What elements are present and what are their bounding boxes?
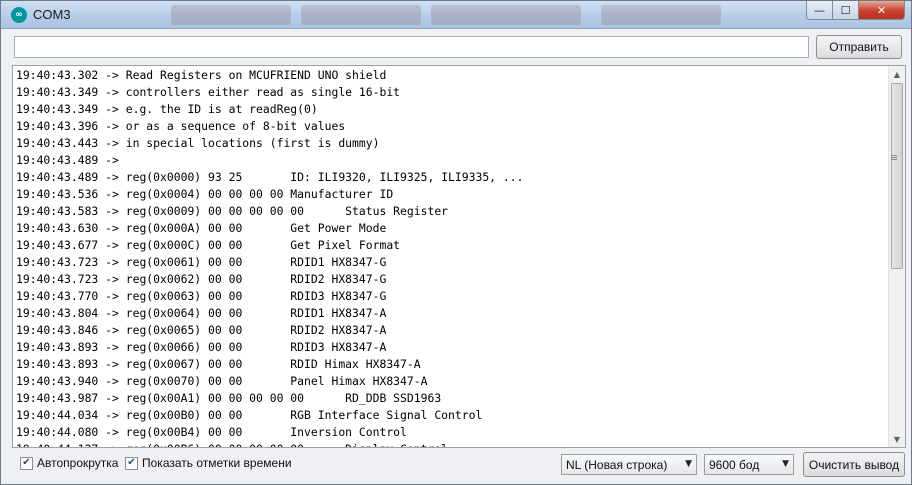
timestamp-checkbox[interactable]: ✔ [125,456,138,470]
line-ending-select[interactable]: NL (Новая строка) ▼ [561,454,697,475]
chevron-down-icon: ▼ [782,459,789,469]
log-line: 19:40:43.893 -> reg(0x0066) 00 00 RDID3 … [16,340,387,354]
window-controls: — ☐ ✕ [806,1,905,21]
log-line: 19:40:43.489 -> reg(0x0000) 93 25 ID: IL… [16,170,524,184]
log-line: 19:40:44.127 -> reg(0x00B6) 00 00 00 00 … [16,441,887,447]
send-button[interactable]: Отправить [816,35,902,59]
log-line: 19:40:43.302 -> Read Registers on MCUFRI… [16,68,387,82]
log-line: 19:40:43.893 -> reg(0x0067) 00 00 RDID H… [16,357,421,371]
scroll-down-icon[interactable]: ▼ [889,431,905,447]
log-line: 19:40:43.846 -> reg(0x0065) 00 00 RDID2 … [16,323,387,337]
maximize-button[interactable]: ☐ [833,1,859,20]
serial-monitor-window: ∞ COM3 — ☐ ✕ Отправить 19:40:43.302 -> R… [0,0,912,485]
log-line: 19:40:43.489 -> [16,153,126,167]
log-line: 19:40:43.723 -> reg(0x0061) 00 00 RDID1 … [16,255,387,269]
baud-rate-value: 9600 бод [709,457,760,472]
log-line: 19:40:43.583 -> reg(0x0009) 00 00 00 00 … [16,204,449,218]
log-line: 19:40:43.723 -> reg(0x0062) 00 00 RDID2 … [16,272,387,286]
line-ending-value: NL (Новая строка) [566,457,668,472]
send-input[interactable] [14,36,809,58]
autoscroll-label: Автопрокрутка [37,456,119,470]
vertical-scrollbar[interactable]: ▲ ▼ [888,66,905,447]
chevron-down-icon: ▼ [685,459,692,469]
scroll-grip-icon [891,154,897,161]
background-taskbar-ghost [431,5,581,25]
log-line: 19:40:43.804 -> reg(0x0064) 00 00 RDID1 … [16,306,387,320]
log-line: 19:40:43.987 -> reg(0x00A1) 00 00 00 00 … [16,391,442,405]
scroll-up-icon[interactable]: ▲ [889,66,905,82]
timestamp-option[interactable]: ✔ Показать отметки времени [125,456,292,470]
log-line: 19:40:43.349 -> e.g. the ID is at readRe… [16,102,318,116]
log-line: 19:40:43.677 -> reg(0x000C) 00 00 Get Pi… [16,238,401,252]
autoscroll-option[interactable]: ✔ Автопрокрутка [20,456,118,470]
minimize-button[interactable]: — [806,1,833,20]
log-line: 19:40:43.770 -> reg(0x0063) 00 00 RDID3 … [16,289,387,303]
log-line: 19:40:43.396 -> or as a sequence of 8-bi… [16,119,346,133]
log-lines: 19:40:43.302 -> Read Registers on MCUFRI… [16,67,887,447]
log-line: 19:40:43.630 -> reg(0x000A) 00 00 Get Po… [16,221,387,235]
log-line: 19:40:43.940 -> reg(0x0070) 00 00 Panel … [16,374,428,388]
title-bar[interactable]: ∞ COM3 — ☐ ✕ [1,1,911,29]
log-line: 19:40:43.536 -> reg(0x0004) 00 00 00 00 … [16,187,394,201]
log-line: 19:40:44.034 -> reg(0x00B0) 00 00 RGB In… [16,408,483,422]
background-taskbar-ghost [601,5,721,25]
arduino-icon: ∞ [11,7,27,23]
log-line: 19:40:43.349 -> controllers either read … [16,85,401,99]
window-title: COM3 [33,7,71,22]
log-line: 19:40:43.443 -> in special locations (fi… [16,136,380,150]
close-button[interactable]: ✕ [859,1,905,20]
background-taskbar-ghost [301,5,421,25]
autoscroll-checkbox[interactable]: ✔ [20,456,33,470]
scroll-thumb[interactable] [891,83,903,269]
baud-rate-select[interactable]: 9600 бод ▼ [704,454,794,475]
serial-output[interactable]: 19:40:43.302 -> Read Registers on MCUFRI… [12,65,906,448]
log-line: 19:40:44.080 -> reg(0x00B4) 00 00 Invers… [16,425,407,439]
clear-output-button[interactable]: Очистить вывод [803,452,905,477]
timestamp-label: Показать отметки времени [142,456,292,470]
background-taskbar-ghost [171,5,291,25]
